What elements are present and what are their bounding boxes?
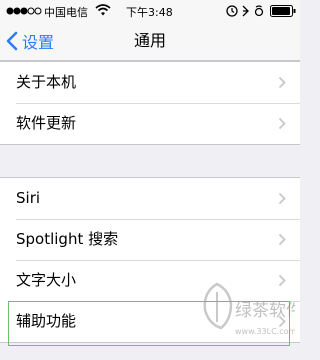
page-title: 通用 <box>133 31 166 50</box>
list-item-software-update[interactable]: 软件更新 <box>0 103 300 144</box>
carrier-name: 中国电信 <box>44 6 88 19</box>
status-time: 下午3:48 <box>126 6 173 19</box>
chevron-right-icon <box>278 192 286 205</box>
list-item-label: 文字大小 <box>16 271 77 289</box>
list-item-label: Spotlight 搜索 <box>16 230 119 248</box>
watermark-logo: 绿茶软件园 www.33LC.com <box>203 282 295 336</box>
list-item-spotlight-search[interactable]: Spotlight 搜索 <box>0 219 300 260</box>
chevron-right-icon <box>278 233 286 246</box>
list-item-siri[interactable]: Siri <box>0 178 300 219</box>
chevron-right-icon <box>278 76 286 89</box>
settings-group-1: 关于本机 软件更新 <box>0 61 300 145</box>
status-indicators-icon <box>226 5 264 17</box>
list-item-about[interactable]: 关于本机 <box>0 62 300 103</box>
chevron-right-icon <box>278 117 286 130</box>
list-item-label: Siri <box>16 189 41 207</box>
wifi-icon <box>95 4 111 16</box>
status-bar: 中国电信 下午3:48 <box>0 0 300 22</box>
list-item-label: 软件更新 <box>16 114 77 132</box>
list-item-label: 关于本机 <box>16 73 77 91</box>
signal-strength-icon <box>6 7 42 15</box>
watermark-url: www.33LC.com <box>235 327 295 336</box>
navigation-bar: 设置 通用 <box>0 22 300 61</box>
battery-icon <box>270 5 296 17</box>
watermark-text: 绿茶软件园 <box>235 301 295 321</box>
